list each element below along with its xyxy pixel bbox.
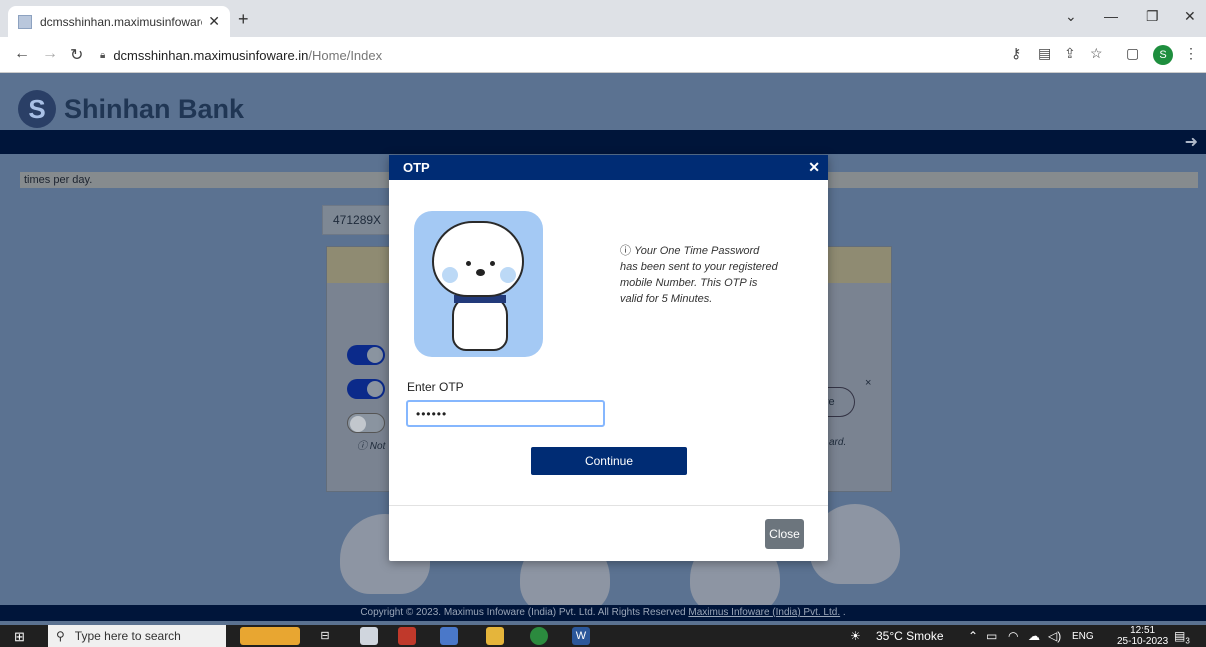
windows-taskbar: ⊞ ⚲ Type here to search ⊟ W ☀ 35°C Smoke… [0, 625, 1206, 647]
modal-footer-divider [389, 505, 828, 506]
bear-illustration [414, 211, 543, 357]
continue-button[interactable]: Continue [531, 447, 687, 475]
modal-close-icon[interactable]: ✕ [808, 159, 820, 176]
otp-info-text: Your One Time Password has been sent to … [620, 245, 778, 305]
otp-field-label: Enter OTP [407, 380, 464, 394]
tab-search-icon[interactable]: ⌄ [1065, 8, 1077, 25]
footer-copyright: Copyright © 2023. Maximus Infoware (Indi… [0, 605, 1206, 621]
otp-modal-title: OTP [403, 160, 430, 175]
onedrive-icon[interactable]: ☁ [1028, 629, 1040, 643]
lock-icon: 🔒︎ [100, 49, 106, 61]
close-button[interactable]: Close [765, 519, 804, 549]
note-text-right: ard. [829, 437, 847, 448]
taskbar-search-placeholder: Type here to search [74, 629, 181, 643]
reload-icon[interactable]: ↻ [70, 45, 83, 65]
language-indicator[interactable]: ENG [1072, 631, 1094, 642]
clock-time: 12:51 [1130, 625, 1156, 636]
tab-title: dcmsshinhan.maximusinfoware.in [40, 14, 203, 29]
url-host: dcmsshinhan.maximusinfoware.in [113, 47, 309, 63]
bear-eye [466, 261, 471, 266]
toggle-switch-off [347, 413, 385, 433]
new-tab-icon[interactable]: + [238, 9, 249, 30]
toggle-switch-on [347, 379, 385, 399]
search-icon: ⚲ [56, 629, 65, 643]
antivirus-icon[interactable] [398, 627, 416, 645]
forward-icon[interactable]: → [42, 45, 58, 63]
otp-modal: OTP ✕ ⓘ Your One Time Password has been … [389, 155, 828, 561]
reading-mode-icon[interactable]: ▤ [1038, 45, 1051, 62]
file-explorer-icon[interactable] [486, 627, 504, 645]
chrome-icon[interactable] [530, 627, 548, 645]
notification-count: 3 [1185, 636, 1190, 646]
copyright-link[interactable]: Maximus Infoware (India) Pvt. Ltd. [688, 607, 840, 618]
otp-info-message: ⓘ Your One Time Password has been sent t… [620, 243, 780, 307]
weather-text[interactable]: 35°C Smoke [876, 629, 944, 643]
note-left-text: Not [369, 441, 386, 452]
bookmark-star-icon[interactable]: ☆ [1090, 45, 1103, 62]
note-info-icon: ⓘ [357, 441, 370, 452]
otp-input[interactable] [406, 400, 605, 427]
bear-eye [490, 261, 495, 266]
bear-face [432, 221, 524, 297]
top-navbar: ➜ [0, 130, 1206, 154]
logout-icon[interactable]: ➜ [1185, 132, 1198, 152]
minimize-icon[interactable]: — [1104, 8, 1118, 24]
weather-icon: ☀ [850, 629, 861, 643]
taskbar-clock[interactable]: 12:51 25-10-2023 [1117, 625, 1168, 647]
remote-app-icon[interactable] [440, 627, 458, 645]
clock-date: 25-10-2023 [1117, 636, 1169, 647]
browser-menu-icon[interactable]: ⋮ [1184, 45, 1198, 62]
browser-tabstrip: dcmsshinhan.maximusinfoware.in ✕ + ⌄ — ❐… [0, 0, 1206, 37]
notepad-icon[interactable] [360, 627, 378, 645]
maximize-icon[interactable]: ❐ [1146, 8, 1159, 25]
share-icon[interactable]: ⇪ [1064, 45, 1076, 62]
battery-icon[interactable]: ▭ [986, 629, 997, 643]
profile-avatar[interactable]: S [1153, 45, 1173, 65]
wifi-icon[interactable]: ◠ [1008, 629, 1018, 643]
browser-tab[interactable]: dcmsshinhan.maximusinfoware.in ✕ [8, 6, 230, 37]
shinhan-logo-icon: S [18, 90, 56, 128]
bank-logo: S Shinhan Bank [18, 90, 244, 128]
task-view-icon[interactable]: ⊟ [316, 627, 334, 645]
bear-nose [476, 269, 485, 276]
bear-cheek [442, 267, 458, 283]
address-bar[interactable]: 🔒︎ dcmsshinhan.maximusinfoware.in/Home/I… [100, 42, 1000, 68]
panel-close-icon: × [865, 377, 872, 389]
tab-close-icon[interactable]: ✕ [208, 13, 220, 30]
window-close-icon[interactable]: ✕ [1184, 8, 1196, 25]
word-icon[interactable]: W [572, 627, 590, 645]
otp-modal-header: OTP ✕ [389, 155, 828, 180]
search-highlight-icon[interactable] [240, 627, 300, 645]
note-text-left: ⓘ Not [357, 437, 385, 452]
browser-toolbar: ← → ↻ 🔒︎ dcmsshinhan.maximusinfoware.in /… [0, 37, 1206, 73]
toggle-switch-on [347, 345, 385, 365]
url-path: /Home/Index [308, 47, 383, 63]
bear-cheek [500, 267, 516, 283]
page-favicon-icon [18, 14, 32, 29]
notification-icon[interactable]: ▤3 [1174, 629, 1190, 645]
side-panel-icon[interactable]: ▢ [1126, 45, 1139, 62]
copyright-text: Copyright © 2023. Maximus Infoware (Indi… [360, 607, 689, 618]
info-icon: ⓘ [620, 245, 635, 257]
tray-overflow-icon[interactable]: ⌃ [968, 629, 978, 643]
back-icon[interactable]: ← [14, 45, 30, 63]
taskbar-search[interactable]: ⚲ Type here to search [48, 625, 226, 647]
password-key-icon[interactable]: ⚷ [1011, 45, 1021, 62]
bear-body [452, 295, 508, 351]
windows-start-icon[interactable]: ⊞ [14, 629, 25, 645]
volume-icon[interactable]: ◁) [1048, 629, 1061, 643]
bank-name: Shinhan Bank [64, 93, 245, 124]
